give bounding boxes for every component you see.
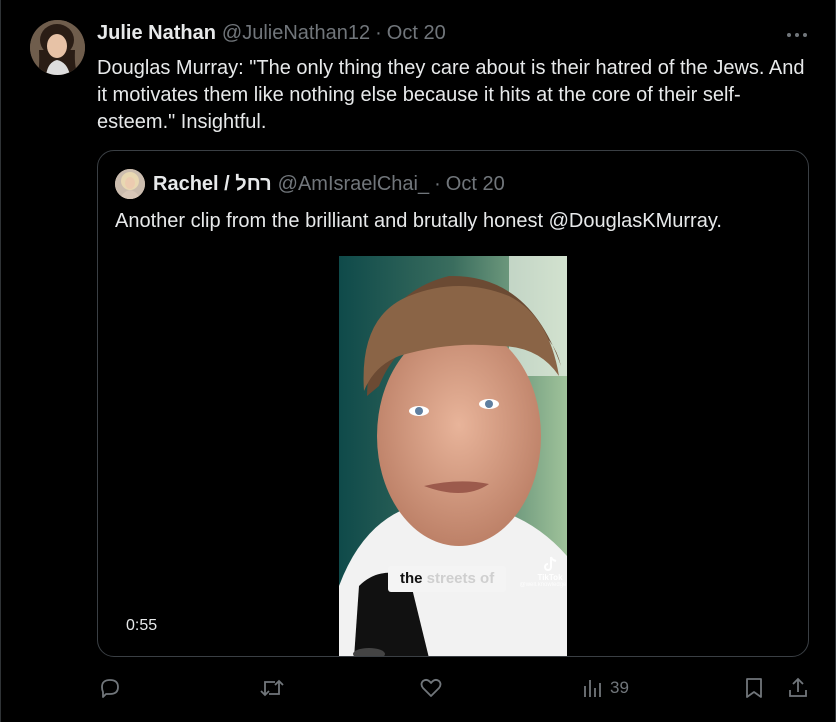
share-icon: [789, 677, 807, 697]
quote-author-avatar[interactable]: [115, 169, 145, 199]
quote-author-name[interactable]: Rachel / רחל: [153, 173, 272, 196]
quoted-tweet[interactable]: Rachel / רחל @AmIsraelChai_ · Oct 20 Ano…: [97, 150, 809, 657]
author-name[interactable]: Julie Nathan: [97, 22, 216, 45]
retweet-button[interactable]: [259, 670, 285, 706]
separator-dot: ·: [434, 173, 441, 195]
bookmark-icon: [746, 678, 762, 698]
views-count: 39: [610, 678, 629, 697]
tweet[interactable]: Julie Nathan @JulieNathan12 · Oct 20 Dou…: [0, 0, 836, 722]
author-avatar[interactable]: [30, 20, 85, 75]
like-button[interactable]: [419, 670, 443, 706]
quote-text-body: Another clip from the brilliant and brut…: [115, 210, 549, 232]
mention-link[interactable]: @DouglasKMurray: [549, 210, 717, 232]
quote-header: Rachel / רחל @AmIsraelChai_ · Oct 20: [153, 173, 505, 196]
quote-date[interactable]: Oct 20: [446, 173, 505, 196]
like-icon: [420, 678, 442, 697]
author-handle[interactable]: @JulieNathan12: [222, 22, 370, 45]
tiktok-icon: [544, 556, 557, 571]
tweet-header: Julie Nathan @JulieNathan12 · Oct 20: [97, 22, 446, 48]
bookmark-button[interactable]: [743, 670, 765, 706]
video-thumbnail: [339, 256, 567, 656]
tweet-date[interactable]: Oct 20: [387, 22, 446, 45]
reply-icon: [101, 679, 119, 698]
tweet-text: Douglas Murray: "The only thing they car…: [97, 57, 805, 133]
video-duration: 0:55: [126, 617, 158, 634]
quote-text: Another clip from the brilliant and brut…: [115, 208, 722, 234]
views-button[interactable]: 39: [582, 670, 629, 706]
reply-button[interactable]: [98, 670, 122, 706]
quote-text-end: .: [716, 210, 722, 232]
action-bar: 39: [1, 670, 836, 706]
video-caption: the streets of: [388, 566, 507, 592]
video-player[interactable]: the streets of TikTok @well.knowledge: [339, 256, 567, 656]
more-icon[interactable]: [784, 24, 810, 46]
retweet-icon: [260, 679, 284, 697]
separator-dot: ·: [375, 22, 382, 44]
quote-author-handle[interactable]: @AmIsraelChai_: [278, 173, 429, 196]
share-button[interactable]: [787, 670, 809, 706]
tiktok-watermark: TikTok @well.knowledge: [520, 556, 567, 588]
views-icon: [584, 680, 601, 697]
